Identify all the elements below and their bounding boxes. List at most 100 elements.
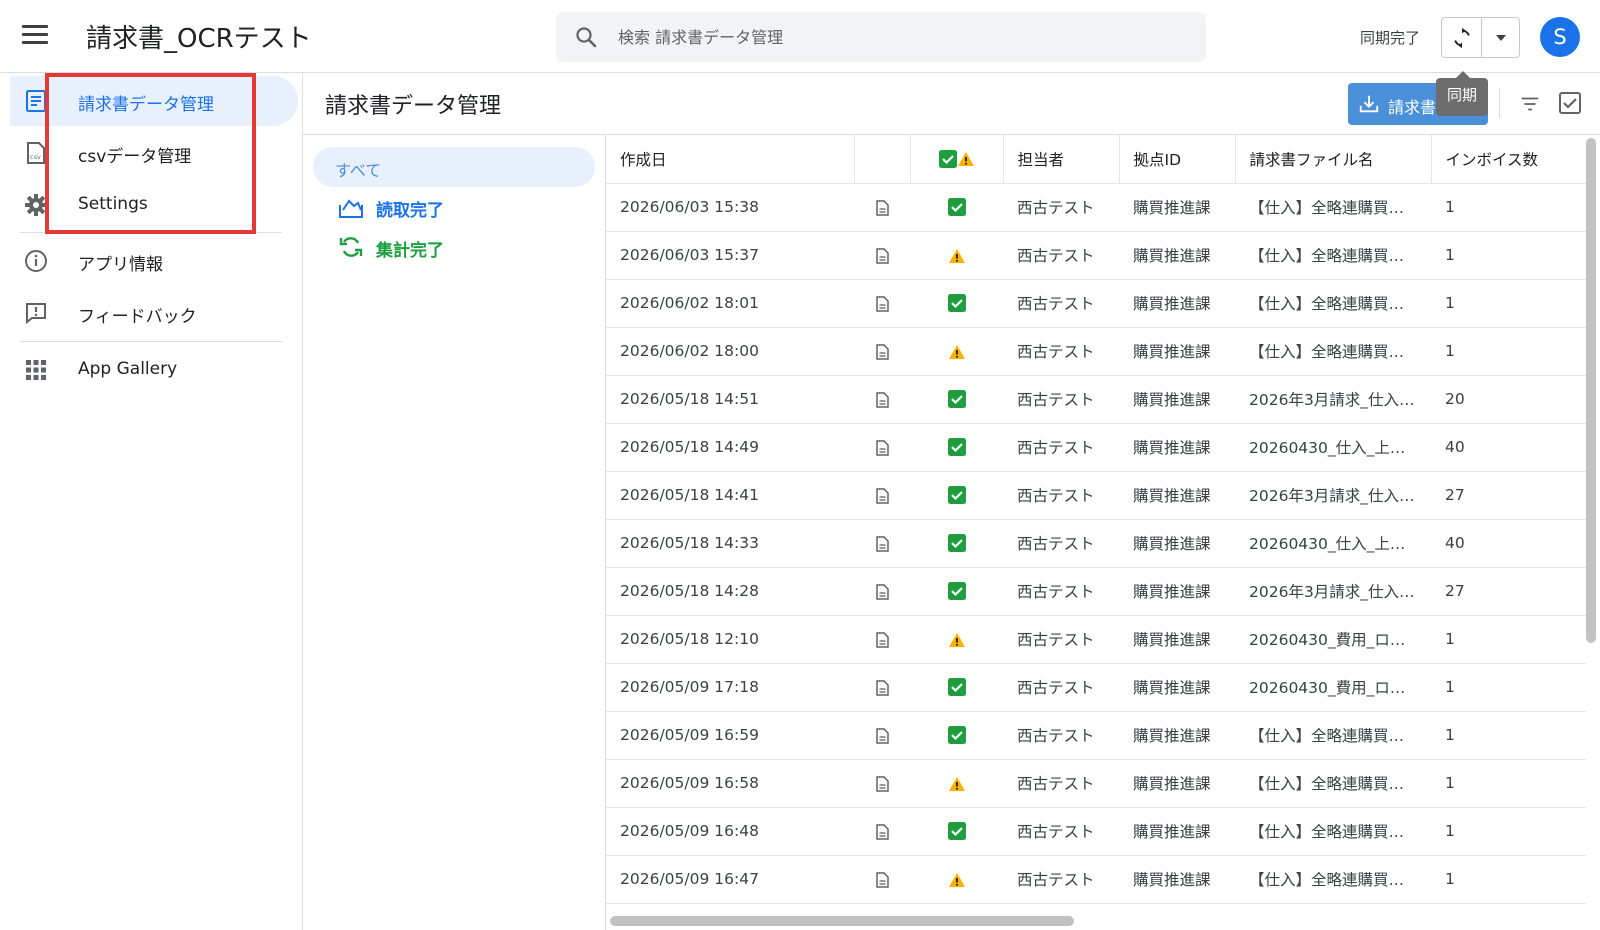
user-avatar[interactable]: S: [1540, 17, 1580, 57]
cell-file[interactable]: [854, 855, 910, 904]
warning-icon: [948, 872, 965, 887]
table-row[interactable]: 2026/05/18 12:10 西古テスト 購買推進課 20260430_費用_ロッ…: [606, 615, 1586, 664]
sidebar-item-csv-data[interactable]: csv csvデータ管理: [10, 128, 298, 178]
cell-site-id: 購買推進課: [1119, 375, 1235, 424]
sync-dropdown-button[interactable]: [1482, 18, 1519, 57]
table-row[interactable]: 2026/05/09 16:48 西古テスト 購買推進課 【仕入】全略連購買生... 1: [606, 807, 1586, 856]
cell-person: 西古テスト: [1003, 231, 1119, 280]
warning-icon: [948, 248, 965, 263]
cell-status: [910, 471, 1003, 520]
col-person[interactable]: 担当者: [1003, 135, 1120, 184]
col-invoice-count[interactable]: インボイス数: [1431, 135, 1586, 184]
col-site-id[interactable]: 拠点ID: [1119, 135, 1236, 184]
search-bar[interactable]: [556, 12, 1206, 62]
search-input[interactable]: [618, 12, 1178, 62]
warning-icon: [957, 152, 974, 166]
document-icon[interactable]: [875, 391, 889, 408]
caret-down-icon: [1495, 34, 1506, 41]
document-icon[interactable]: [875, 343, 889, 360]
filter-read-done-label: 読取完了: [376, 201, 444, 221]
cell-site-id: 購買推進課: [1119, 423, 1235, 472]
table-row[interactable]: 2026/05/18 14:33 西古テスト 購買推進課 20260430_仕入_上組…: [606, 519, 1586, 568]
document-icon[interactable]: [875, 199, 889, 216]
cell-file[interactable]: [854, 711, 910, 760]
cell-person: 西古テスト: [1003, 327, 1119, 376]
document-icon[interactable]: [875, 631, 889, 648]
document-icon[interactable]: [875, 679, 889, 696]
filter-all[interactable]: すべて: [313, 147, 595, 187]
check-green-icon: [947, 390, 966, 409]
cell-invoice-count: 1: [1431, 711, 1586, 760]
document-icon[interactable]: [875, 775, 889, 792]
col-file[interactable]: [854, 135, 911, 184]
table-row[interactable]: 2026/05/09 16:47 西古テスト 購買推進課 【仕入】全略連購買生... 1: [606, 855, 1586, 904]
document-icon[interactable]: [875, 295, 889, 312]
hamburger-menu-icon[interactable]: [22, 25, 48, 47]
cell-file[interactable]: [854, 375, 910, 424]
table-row[interactable]: 2026/05/09 16:58 西古テスト 購買推進課 【仕入】全略連購買生... 1: [606, 759, 1586, 808]
cell-invoice-count: 40: [1431, 519, 1586, 568]
table-row[interactable]: 2026/05/18 14:28 西古テスト 購買推進課 2026年3月請求_仕入_.…: [606, 567, 1586, 616]
table-row[interactable]: 2026/06/03 15:37 西古テスト 購買推進課 【仕入】全略連購買生... 1: [606, 231, 1586, 280]
cell-created-date: 2026/05/18 14:51: [606, 375, 854, 424]
cell-file[interactable]: [854, 279, 910, 328]
cell-file[interactable]: [854, 231, 910, 280]
document-icon[interactable]: [875, 247, 889, 264]
document-icon[interactable]: [875, 871, 889, 888]
cell-file[interactable]: [854, 519, 910, 568]
filter-icon[interactable]: [1519, 93, 1541, 115]
cell-file[interactable]: [854, 471, 910, 520]
col-file-name[interactable]: 請求書ファイル名: [1235, 135, 1432, 184]
document-icon[interactable]: [875, 535, 889, 552]
cell-file[interactable]: [854, 423, 910, 472]
sync-status-text: 同期完了: [1360, 29, 1421, 47]
select-checkbox-icon[interactable]: [1558, 91, 1582, 115]
document-icon[interactable]: [875, 439, 889, 456]
document-icon[interactable]: [875, 583, 889, 600]
sidebar-item-app-info[interactable]: アプリ情報: [10, 236, 298, 286]
sidebar-item-app-gallery[interactable]: App Gallery: [10, 345, 298, 395]
table-row[interactable]: 2026/05/18 14:49 西古テスト 購買推進課 20260430_仕入_上組…: [606, 423, 1586, 472]
cell-site-id: 購買推進課: [1119, 663, 1235, 712]
warning-icon: [948, 632, 965, 647]
sidebar-item-invoice-data[interactable]: 請求書データ管理: [10, 76, 298, 126]
table-row[interactable]: 2026/05/09 16:59 西古テスト 購買推進課 【仕入】全略連購買生... 1: [606, 711, 1586, 760]
table-row[interactable]: 2026/06/02 18:01 西古テスト 購買推進課 【仕入】全略連購買生... 1: [606, 279, 1586, 328]
table-row[interactable]: 2026/06/02 18:00 西古テスト 購買推進課 【仕入】全略連購買生... 1: [606, 327, 1586, 376]
check-green-icon: [947, 534, 966, 553]
cell-created-date: 2026/05/18 14:28: [606, 567, 854, 616]
filter-aggregate-done-label: 集計完了: [376, 241, 444, 261]
horizontal-scrollbar[interactable]: [610, 916, 1074, 926]
invoice-table: 作成日 担当者 拠点ID 請求書ファイル名 インボイス数 2026/06/03 …: [606, 135, 1586, 915]
document-icon[interactable]: [875, 823, 889, 840]
table-row[interactable]: 2026/05/18 14:41 西古テスト 購買推進課 2026年3月請求_仕入_.…: [606, 471, 1586, 520]
cell-file[interactable]: [854, 663, 910, 712]
document-icon[interactable]: [875, 487, 889, 504]
sidebar-item-label: フィードバック: [78, 307, 197, 327]
cell-person: 西古テスト: [1003, 519, 1119, 568]
sync-button[interactable]: [1442, 18, 1482, 57]
document-icon[interactable]: [875, 727, 889, 744]
sidebar-item-settings[interactable]: Settings: [10, 180, 298, 230]
gear-icon: [25, 194, 47, 216]
sidebar-item-feedback[interactable]: フィードバック: [10, 288, 298, 338]
cell-status: [910, 327, 1003, 376]
cell-invoice-count: 1: [1431, 327, 1586, 376]
vertical-scrollbar[interactable]: [1586, 138, 1596, 643]
table-row[interactable]: 2026/06/03 15:38 西古テスト 購買推進課 【仕入】全略連購買生... 1: [606, 183, 1586, 232]
cell-file[interactable]: [854, 327, 910, 376]
cell-invoice-count: 20: [1431, 375, 1586, 424]
table-row[interactable]: 2026/05/09 17:18 西古テスト 購買推進課 20260430_費用_ロッ…: [606, 663, 1586, 712]
cell-file[interactable]: [854, 807, 910, 856]
cell-invoice-count: 1: [1431, 759, 1586, 808]
cell-file[interactable]: [854, 567, 910, 616]
col-created-date[interactable]: 作成日: [606, 135, 855, 184]
table-row[interactable]: 2026/05/18 14:51 西古テスト 購買推進課 2026年3月請求_仕入_.…: [606, 375, 1586, 424]
cell-site-id: 購買推進課: [1119, 231, 1235, 280]
sidebar-divider: [20, 232, 282, 233]
cell-file[interactable]: [854, 183, 910, 232]
cell-file[interactable]: [854, 615, 910, 664]
cell-file[interactable]: [854, 759, 910, 808]
sidebar-divider: [20, 341, 282, 342]
col-status[interactable]: [910, 135, 1004, 184]
